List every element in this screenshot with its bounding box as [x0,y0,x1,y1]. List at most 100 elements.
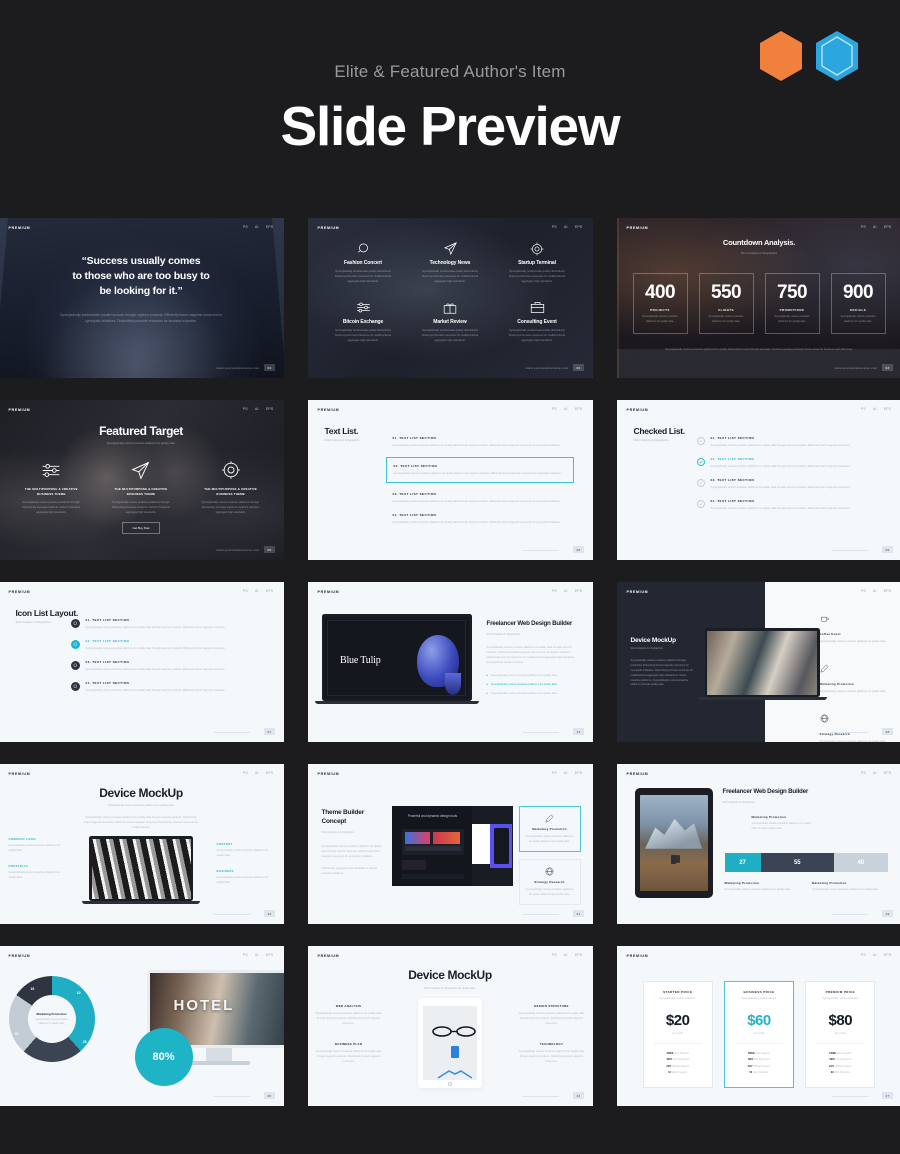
feature-item[interactable]: Market Review Synergistically predominat… [407,299,494,358]
dot-ps: PS [860,225,866,229]
dot-ps: PS [242,407,248,411]
pricing-card-premium[interactable]: PREMIUM PRICE Synergistically restore pr… [805,981,876,1088]
feature-key: SEO [748,1058,754,1061]
callout-item[interactable]: PORTFOLIO Synergistically restore proact… [9,864,66,880]
feature-item[interactable]: Consulting Event Synergistically predomi… [494,299,581,358]
list-item-active[interactable]: 02. TEXT LIST SECTION Synergistically re… [696,457,880,469]
featured-column[interactable]: THE MULTIPURPOSE & CREATIVE BUSINESS THE… [96,458,186,516]
list-item[interactable]: 01. TEXT LIST SECTION Synergistically re… [696,436,880,448]
callout-item[interactable]: CONTENT Synergistically restore proactiv… [217,842,274,858]
slide-pricing-table[interactable]: PREMIUM PS AI EPS STARTER PRICE Synergis… [616,946,900,1106]
list-item[interactable]: 01. TEXT LIST SECTION Synergistically re… [70,618,262,630]
list-item-desc: Synergistically restore proactive platfo… [710,486,851,490]
side-item[interactable]: Strategy Research Synergistically restor… [820,710,892,742]
plan-name: PREMIUM PRICE [825,990,855,994]
pricing-card-business[interactable]: BUSINESS PRICE Synergistically restore p… [723,981,795,1088]
laptop-title: Freelancer Web Design Builder [486,620,573,627]
counter-card[interactable]: 900 SOCIALS Synergistically restore proa… [830,273,886,334]
slide-format-dots: PS AI EPS [552,771,583,775]
counter-card[interactable]: 400 PROJECTS Synergistically restore pro… [632,273,688,334]
slide-device-mockup-center[interactable]: PREMIUM PS AI EPS Device MockUp Synergis… [0,764,284,924]
author-badges [758,30,860,82]
sliders-icon [320,299,407,316]
feature-item[interactable]: Startup Terminal Synergistically predomi… [494,240,581,299]
slide-checked-list[interactable]: PREMIUM PS AI EPS Checked List. Short An… [616,400,900,560]
list-item-desc: Synergistically restore proactive platfo… [393,472,562,476]
list-item[interactable]: 03. TEXT LIST SECTION Synergistically re… [696,478,880,490]
feature-item[interactable]: Fashion Concert Synergistically predomin… [320,240,407,299]
footer-item[interactable]: Marketing Promotion Synergistically rest… [725,881,801,892]
featured-cta[interactable]: Get Buy Now [0,516,284,534]
feature-key: SEO [666,1058,672,1061]
featured-column[interactable]: THE MULTIPURPOSE & CREATIVE BUSINESS THE… [7,458,97,516]
slide-brand: PREMIUM [626,226,649,230]
bullet-item[interactable]: ▸ Synergistically restore proactive plat… [487,691,579,696]
donut-label-1: 25 [82,1040,87,1044]
feature-item[interactable]: Technology News Synergistically predomin… [407,240,494,299]
side-item[interactable]: Marketing Promotion Synergistically rest… [820,660,892,694]
footer-item-title: Marketing Promotion [724,881,760,885]
slide-footer: www.yourwebsitename.com 05 [217,546,275,553]
list-item[interactable]: 04. TEXT LIST SECTION Synergistically re… [70,681,262,693]
list-item-desc: Synergistically restore proactive platfo… [392,521,561,525]
laptop-subtitle: Short Analysis & Infographics [486,632,521,636]
theme-title: Theme Builder Concept [321,809,365,826]
elite-author-badge[interactable] [758,30,804,82]
bullet-item[interactable]: ▸ Synergistically restore proactive plat… [487,673,579,678]
list-item-active[interactable]: 02. TEXT LIST SECTION Synergistically re… [385,457,574,484]
quote-line-3: be looking for it.” [99,285,183,298]
bullet-marker: ▸ [486,673,489,678]
slide-theme-builder[interactable]: PREMIUM PS AI EPS Theme Builder Concept … [307,764,593,924]
slide-laptop-mockup[interactable]: PREMIUM PS AI EPS Blue Tulip Freelancer … [307,582,593,742]
slide-featured-target[interactable]: PREMIUM PS AI EPS Featured Target Synerg… [0,400,284,560]
list-item[interactable]: 03. TEXT LIST SECTION Synergistically re… [393,492,571,504]
center-subtitle: Synergistically restore proactive platfo… [107,804,175,807]
dot-ai: AI [873,953,877,957]
counter-card[interactable]: 550 CLIENTS Synergistically restore proa… [698,273,754,334]
slide-quote[interactable]: PREMIUM PS AI EPS “Success usually comes… [0,218,284,378]
list-item[interactable]: 01. TEXT LIST SECTION Synergistically re… [393,436,571,448]
callout-item[interactable]: BUSINESS Synergistically restore proacti… [217,869,274,885]
footer-item[interactable]: Marketing Promotion Synergistically rest… [812,881,888,892]
callout-item[interactable]: BUSINESS PLAN Synergistically restore pr… [316,1042,382,1064]
callout-item[interactable]: DESIGN STRUCTURE Synergistically restore… [519,1004,585,1026]
list-item-title: 03. TEXT LIST SECTION [85,660,130,665]
slide-donut-chart[interactable]: PREMIUM PS AI EPS 25 15 15 10 Marketing … [0,946,284,1106]
slide-tablet-stats[interactable]: PREMIUM PS AI EPS Freelancer Web Design … [616,764,900,924]
side-item[interactable]: Coffee Event Synergistically restore pro… [820,610,892,644]
callout-item[interactable]: COMPANY LOGO Synergistically restore pro… [9,837,66,853]
featured-column[interactable]: THE MULTIPURPOSE & CREATIVE BUSINESS THE… [186,458,276,516]
dot-ai: AI [564,771,568,775]
slide-brand: PREMIUM [626,772,649,776]
list-item[interactable]: 04. TEXT LIST SECTION Synergistically re… [393,513,571,525]
slide-icon-list-layout[interactable]: PREMIUM PS AI EPS Icon List Layout. Shor… [0,582,284,742]
list-item[interactable]: 04. TEXT LIST SECTION Synergistically re… [696,499,880,511]
callout-desc: Synergistically restore proactive platfo… [8,871,61,880]
feature-text: Full Optimized [753,1058,770,1061]
dot-ps: PS [551,407,557,411]
list-item[interactable]: 03. TEXT LIST SECTION Synergistically re… [70,660,262,672]
slide-device-mockup-split[interactable]: PREMIUM PS AI EPS Device MockUp Short An… [616,582,900,742]
feature-key: FREE [748,1051,755,1055]
feature-item[interactable]: Bitcoin Exchange Synergistically predomi… [320,299,407,358]
featured-author-badge[interactable] [814,30,860,82]
slide-icon-grid[interactable]: PREMIUM PS AI EPS Fashion Concert Synerg… [307,218,593,378]
slide-device-mockup-glasses[interactable]: PREMIUM PS AI EPS Device MockUp Short An… [307,946,593,1106]
callout-item[interactable]: WEB ANALYSIS Synergistically restore pro… [316,1004,382,1026]
slide-footer: www.yourwebsitename.com 03 [835,364,893,371]
pricing-card-starter[interactable]: STARTER PRICE Synergistically restore pr… [642,981,713,1088]
slide-format-dots: PS AI EPS [552,953,583,957]
footer-item-title: Marketing Promotion [812,881,847,885]
theme-card[interactable]: Strategy Research Synergistically restor… [518,859,581,906]
list-item-active[interactable]: 02. TEXT LIST SECTION Synergistically re… [70,639,262,651]
callout-item[interactable]: TECHNOLOGY Synergistically restore proac… [519,1042,585,1064]
slide-countdown[interactable]: PREMIUM PS AI EPS Countdown Analysis. Sh… [616,218,900,378]
counter-card[interactable]: 750 PROMOTIONS Synergistically restore p… [764,273,820,334]
callout-desc: Synergistically restore proactive platfo… [216,876,269,885]
bullet-item-active[interactable]: ▸ Synergistically restore proactive plat… [487,682,579,687]
theme-card-active[interactable]: Marketing Promotion Synergistically rest… [518,806,581,853]
list-item-title: 01. TEXT LIST SECTION [392,436,437,440]
plan-feature: FREE Web Support [650,1052,706,1055]
slide-text-list[interactable]: PREMIUM PS AI EPS Text List. Short Analy… [307,400,593,560]
theme-card-desc: Synergistically restore proactive platfo… [525,888,574,897]
